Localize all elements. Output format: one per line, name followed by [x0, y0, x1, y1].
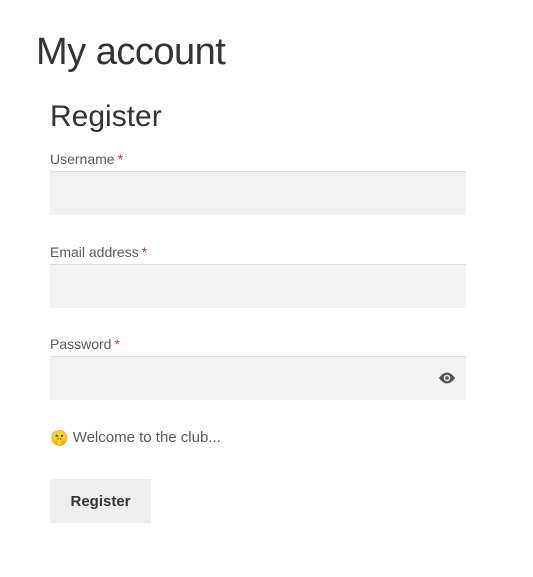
required-marker: * [141, 244, 148, 260]
password-label: Password * [50, 335, 120, 353]
password-label-text: Password [50, 336, 112, 352]
username-label: Username * [50, 150, 123, 168]
email-field[interactable] [50, 264, 466, 308]
required-marker: * [117, 151, 124, 167]
username-field[interactable] [50, 171, 466, 215]
my-account-page: My account Register Username * Email addr… [0, 0, 533, 577]
register-button[interactable]: Register [50, 479, 151, 523]
welcome-text: Welcome to the club... [72, 429, 221, 446]
register-heading: Register [50, 100, 162, 133]
page-title: My account [36, 31, 226, 73]
password-field[interactable] [50, 356, 466, 400]
required-marker: * [114, 336, 120, 352]
email-label-text: Email address [50, 244, 139, 260]
shushing-face-icon: 🤫 [50, 429, 69, 447]
email-label: Email address * [50, 243, 147, 261]
username-label-text: Username [50, 151, 115, 167]
welcome-message: 🤫 Welcome to the club... [50, 428, 221, 448]
eye-icon[interactable] [437, 370, 457, 386]
